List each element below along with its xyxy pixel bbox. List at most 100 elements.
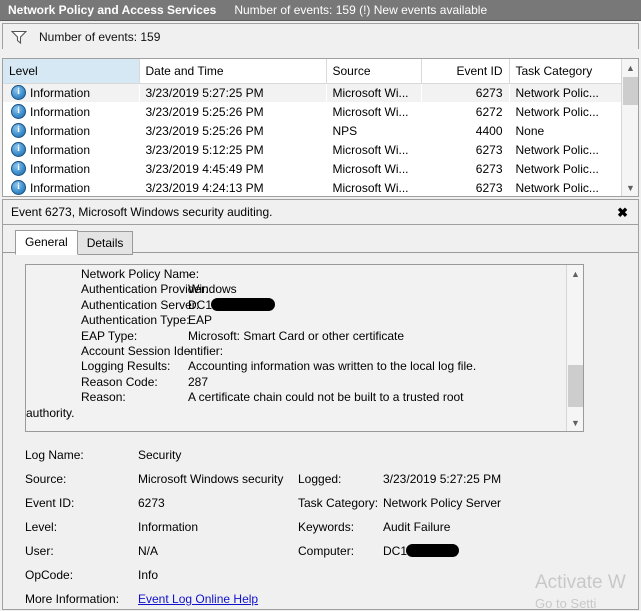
scroll-up-arrow-icon[interactable]: ▲ bbox=[622, 59, 638, 76]
value-user: N/A bbox=[138, 544, 159, 558]
message-key: Reason Code: bbox=[81, 374, 158, 389]
cell-datetime: 3/23/2019 5:25:26 PM bbox=[145, 104, 264, 119]
value-keywords: Audit Failure bbox=[383, 520, 451, 534]
message-key: EAP Type: bbox=[81, 328, 138, 343]
event-log-online-help-link[interactable]: Event Log Online Help bbox=[138, 592, 258, 606]
column-header-level[interactable]: Level bbox=[3, 59, 140, 84]
table-row[interactable]: Information 3/23/2019 5:12:25 PM Microso… bbox=[3, 140, 621, 159]
scroll-up-arrow-icon[interactable]: ▲ bbox=[567, 265, 583, 282]
message-key: Authentication Type: bbox=[81, 313, 190, 328]
table-row[interactable]: Information 3/23/2019 5:25:26 PM Microso… bbox=[3, 102, 621, 121]
titlebar-status: Number of events: 159 (!) New events ava… bbox=[234, 3, 488, 17]
label-user: User: bbox=[25, 544, 54, 558]
watermark-line1: Activate W bbox=[535, 572, 626, 593]
column-header-task-category[interactable]: Task Category bbox=[509, 59, 622, 84]
label-level: Level: bbox=[25, 520, 58, 534]
event-metadata-grid: Log Name: Security Source: Microsoft Win… bbox=[25, 443, 584, 611]
event-detail-header: Event 6273, Microsoft Windows security a… bbox=[2, 199, 639, 225]
column-header-datetime[interactable]: Date and Time bbox=[139, 59, 327, 84]
cell-task-category: Network Polic... bbox=[509, 83, 621, 102]
information-icon bbox=[11, 161, 26, 176]
event-detail-title: Event 6273, Microsoft Windows security a… bbox=[11, 205, 273, 219]
cell-event-id: 4400 bbox=[475, 123, 503, 138]
message-row: Authentication Provider: Windows bbox=[26, 282, 566, 297]
column-header-source[interactable]: Source bbox=[326, 59, 422, 84]
label-source: Source: bbox=[25, 472, 67, 486]
value-log-name: Security bbox=[138, 448, 182, 462]
scrollbar-thumb[interactable] bbox=[623, 77, 638, 105]
cell-level: Information bbox=[30, 85, 91, 100]
redaction-bar bbox=[406, 544, 460, 557]
event-viewer-window: Network Policy and Access Services Numbe… bbox=[0, 0, 641, 610]
message-value: DC1 bbox=[188, 297, 213, 312]
information-icon bbox=[11, 104, 26, 119]
scroll-down-arrow-icon[interactable]: ▼ bbox=[567, 414, 583, 431]
message-scrollbar[interactable]: ▲ ▼ bbox=[566, 265, 583, 431]
cell-datetime: 3/23/2019 5:25:26 PM bbox=[145, 123, 264, 138]
cell-source: Microsoft Wi... bbox=[332, 180, 409, 195]
label-task-category: Task Category: bbox=[298, 496, 379, 510]
message-row: Logging Results: Accounting information … bbox=[26, 359, 566, 374]
cell-source: Microsoft Wi... bbox=[332, 142, 409, 157]
message-key: Account Session Identifier: bbox=[81, 344, 224, 359]
information-icon bbox=[11, 123, 26, 138]
message-row: EAP Type: Microsoft: Smart Card or other… bbox=[26, 329, 566, 344]
scrollbar-thumb[interactable] bbox=[568, 365, 583, 407]
event-list-scrollbar[interactable]: ▲ ▼ bbox=[621, 59, 638, 196]
cell-event-id: 6272 bbox=[475, 104, 503, 119]
label-more-information: More Information: bbox=[25, 592, 120, 606]
message-value: Accounting information was written to th… bbox=[188, 359, 477, 374]
table-row[interactable]: Information 3/23/2019 5:25:26 PM NPS 440… bbox=[3, 121, 621, 140]
cell-datetime: 3/23/2019 4:45:49 PM bbox=[145, 161, 264, 176]
column-header-event-id[interactable]: Event ID bbox=[421, 59, 510, 84]
cell-level: Information bbox=[30, 161, 91, 176]
detail-tabs: General Details bbox=[15, 230, 134, 255]
message-row: Reason Code: 287 bbox=[26, 375, 566, 390]
event-message-text: Network Policy Name: - Authentication Pr… bbox=[26, 265, 566, 431]
message-key: Authentication Provider: bbox=[81, 282, 209, 297]
label-keywords: Keywords: bbox=[298, 520, 355, 534]
table-row[interactable]: Information 3/23/2019 5:27:25 PM Microso… bbox=[3, 83, 621, 102]
event-list[interactable]: Level Date and Time Source Event ID Task… bbox=[2, 58, 639, 197]
label-event-id: Event ID: bbox=[25, 496, 75, 510]
message-row: Authentication Server: DC1 bbox=[26, 297, 566, 313]
information-icon bbox=[11, 85, 26, 101]
message-value: Windows bbox=[188, 282, 237, 297]
message-key: Reason: bbox=[81, 390, 126, 405]
cell-event-id: 6273 bbox=[475, 161, 503, 176]
message-value: Microsoft: Smart Card or other certifica… bbox=[188, 328, 405, 343]
value-logged: 3/23/2019 5:27:25 PM bbox=[383, 472, 502, 486]
meta-row-level: Level: Information Keywords: Audit Failu… bbox=[25, 515, 584, 539]
message-row: Account Session Identifier: - bbox=[26, 344, 566, 359]
table-row[interactable]: Information 3/23/2019 4:24:13 PM Microso… bbox=[3, 178, 621, 196]
cell-source: Microsoft Wi... bbox=[332, 161, 409, 176]
cell-task-category: Network Polic... bbox=[515, 180, 599, 195]
meta-row-log-name: Log Name: Security bbox=[25, 443, 584, 467]
cell-datetime: 3/23/2019 5:12:25 PM bbox=[145, 142, 264, 157]
cell-event-id: 6273 bbox=[475, 180, 503, 195]
message-value: - bbox=[188, 267, 192, 281]
label-log-name: Log Name: bbox=[25, 448, 84, 462]
tab-general[interactable]: General bbox=[15, 230, 78, 255]
tab-details[interactable]: Details bbox=[76, 231, 134, 255]
message-value: - bbox=[188, 344, 192, 359]
close-icon[interactable]: ✖ bbox=[617, 206, 628, 219]
scroll-down-arrow-icon[interactable]: ▼ bbox=[622, 179, 638, 196]
cell-source: NPS bbox=[332, 123, 358, 138]
meta-row-source: Source: Microsoft Windows security Logge… bbox=[25, 467, 584, 491]
cell-task-category: Network Polic... bbox=[515, 161, 599, 176]
message-row: Authentication Type: EAP bbox=[26, 313, 566, 328]
cell-task-category: Network Polic... bbox=[515, 142, 599, 157]
meta-row-opcode: OpCode: Info bbox=[25, 563, 584, 587]
cell-event-id: 6273 bbox=[475, 142, 503, 157]
cell-source: Microsoft Wi... bbox=[332, 104, 409, 119]
table-row[interactable]: Information 3/23/2019 4:45:49 PM Microso… bbox=[3, 159, 621, 178]
event-message-box[interactable]: Network Policy Name: - Authentication Pr… bbox=[25, 264, 584, 432]
value-task-category: Network Policy Server bbox=[383, 496, 502, 510]
label-opcode: OpCode: bbox=[25, 568, 74, 582]
funnel-filter-icon[interactable] bbox=[11, 30, 27, 44]
cell-level: Information bbox=[30, 142, 91, 157]
cell-task-category: Network Polic... bbox=[515, 104, 599, 119]
value-level: Information bbox=[138, 520, 199, 534]
message-value: A certificate chain could not be built t… bbox=[188, 390, 464, 405]
